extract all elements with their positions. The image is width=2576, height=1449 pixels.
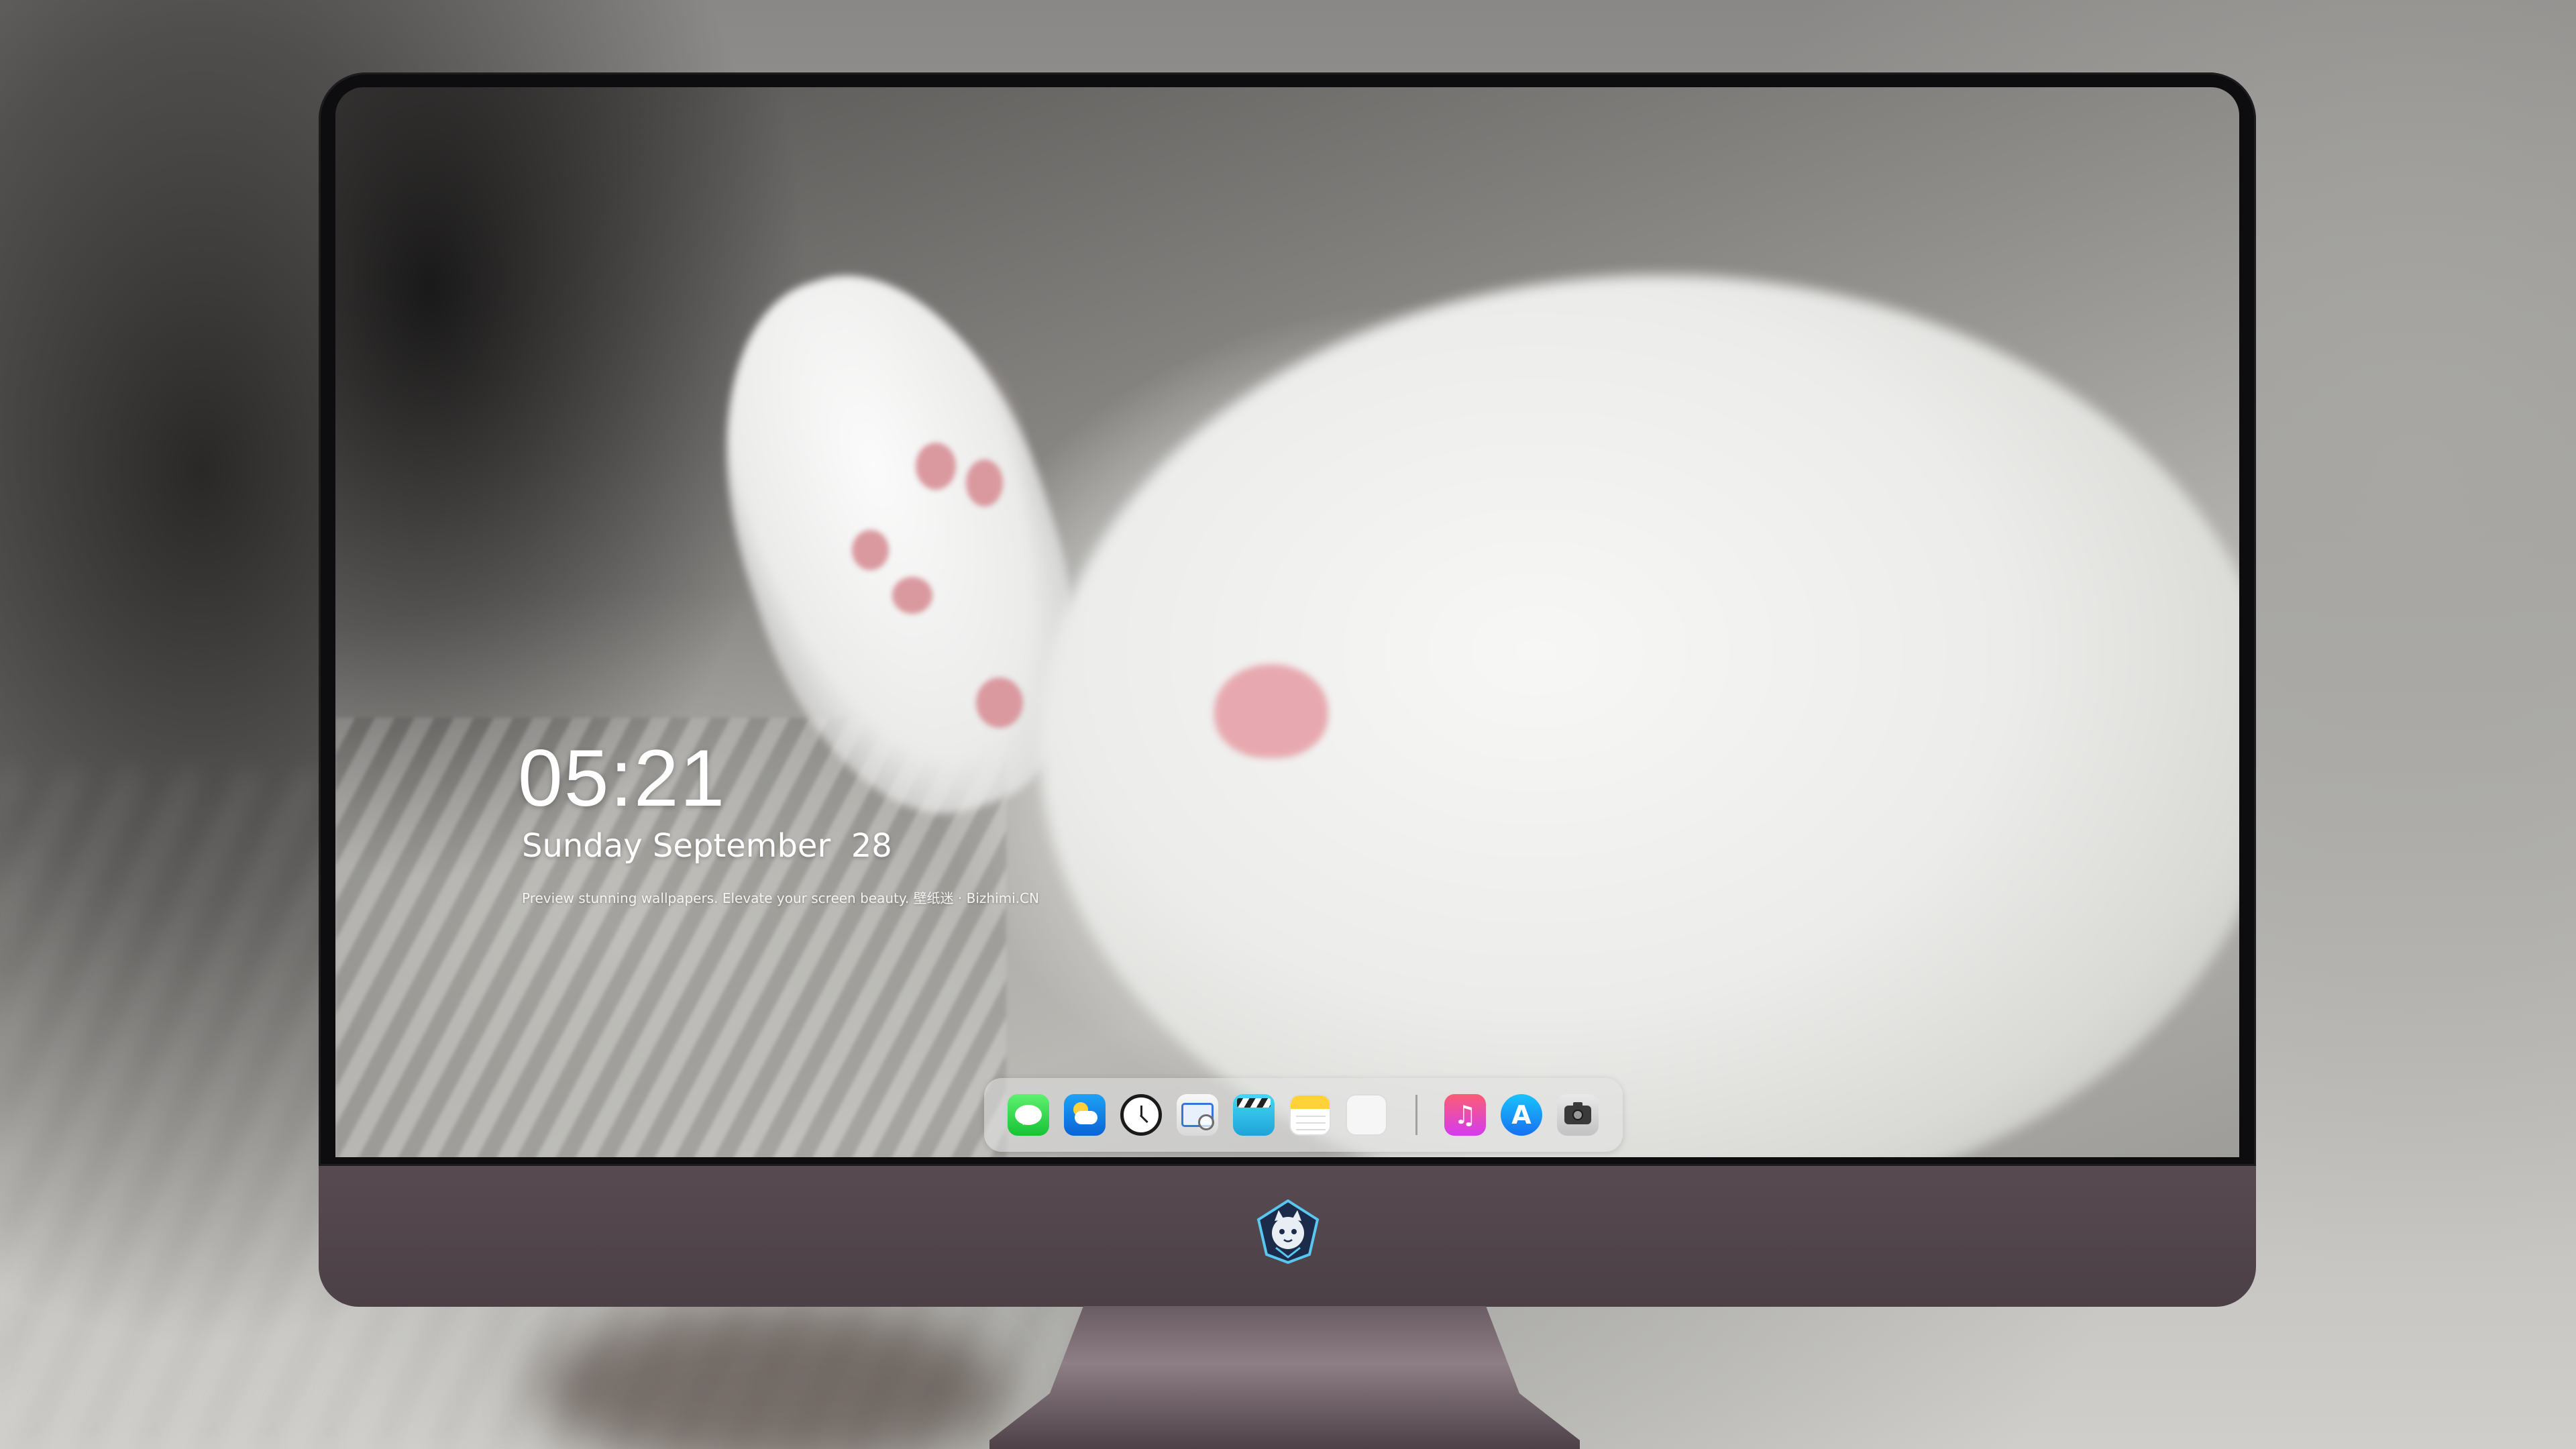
dock-separator [1415, 1095, 1417, 1135]
clock-icon[interactable] [1120, 1094, 1162, 1136]
photos-icon[interactable] [1346, 1094, 1387, 1136]
preview-icon[interactable] [1177, 1094, 1218, 1136]
monitor-screen: 05:21 Sunday September 28 Preview stunni… [335, 87, 2239, 1157]
dock: ♫ A [984, 1078, 1623, 1152]
monitor-bezel: 05:21 Sunday September 28 Preview stunni… [319, 72, 2256, 1166]
imac-monitor: 05:21 Sunday September 28 Preview stunni… [319, 72, 2256, 1307]
wallpaper-cat-toe [852, 530, 889, 570]
wallpaper-cat-nose [1214, 664, 1328, 758]
lock-screen-time: 05:21 [518, 733, 727, 823]
camera-icon[interactable] [1557, 1094, 1599, 1136]
wallpaper-cat-toe [916, 443, 956, 490]
lock-screen-date: Sunday September 28 [522, 827, 892, 865]
music-icon[interactable]: ♫ [1444, 1094, 1486, 1136]
app-store-icon[interactable]: A [1501, 1094, 1542, 1136]
mascot-logo-icon [1256, 1199, 1320, 1264]
clips-icon[interactable] [1233, 1094, 1275, 1136]
weather-icon[interactable] [1064, 1094, 1106, 1136]
lock-screen-tagline: Preview stunning wallpapers. Elevate you… [522, 890, 1039, 906]
wallpaper-cat-toe [966, 460, 1003, 506]
desktop-background: 05:21 Sunday September 28 Preview stunni… [0, 0, 2576, 1449]
wallpaper-cat-toe [892, 577, 932, 614]
wallpaper-cat-toe [976, 678, 1023, 728]
monitor-stand [989, 1306, 1580, 1449]
messages-icon[interactable] [1008, 1094, 1049, 1136]
notes-icon[interactable] [1289, 1094, 1331, 1136]
